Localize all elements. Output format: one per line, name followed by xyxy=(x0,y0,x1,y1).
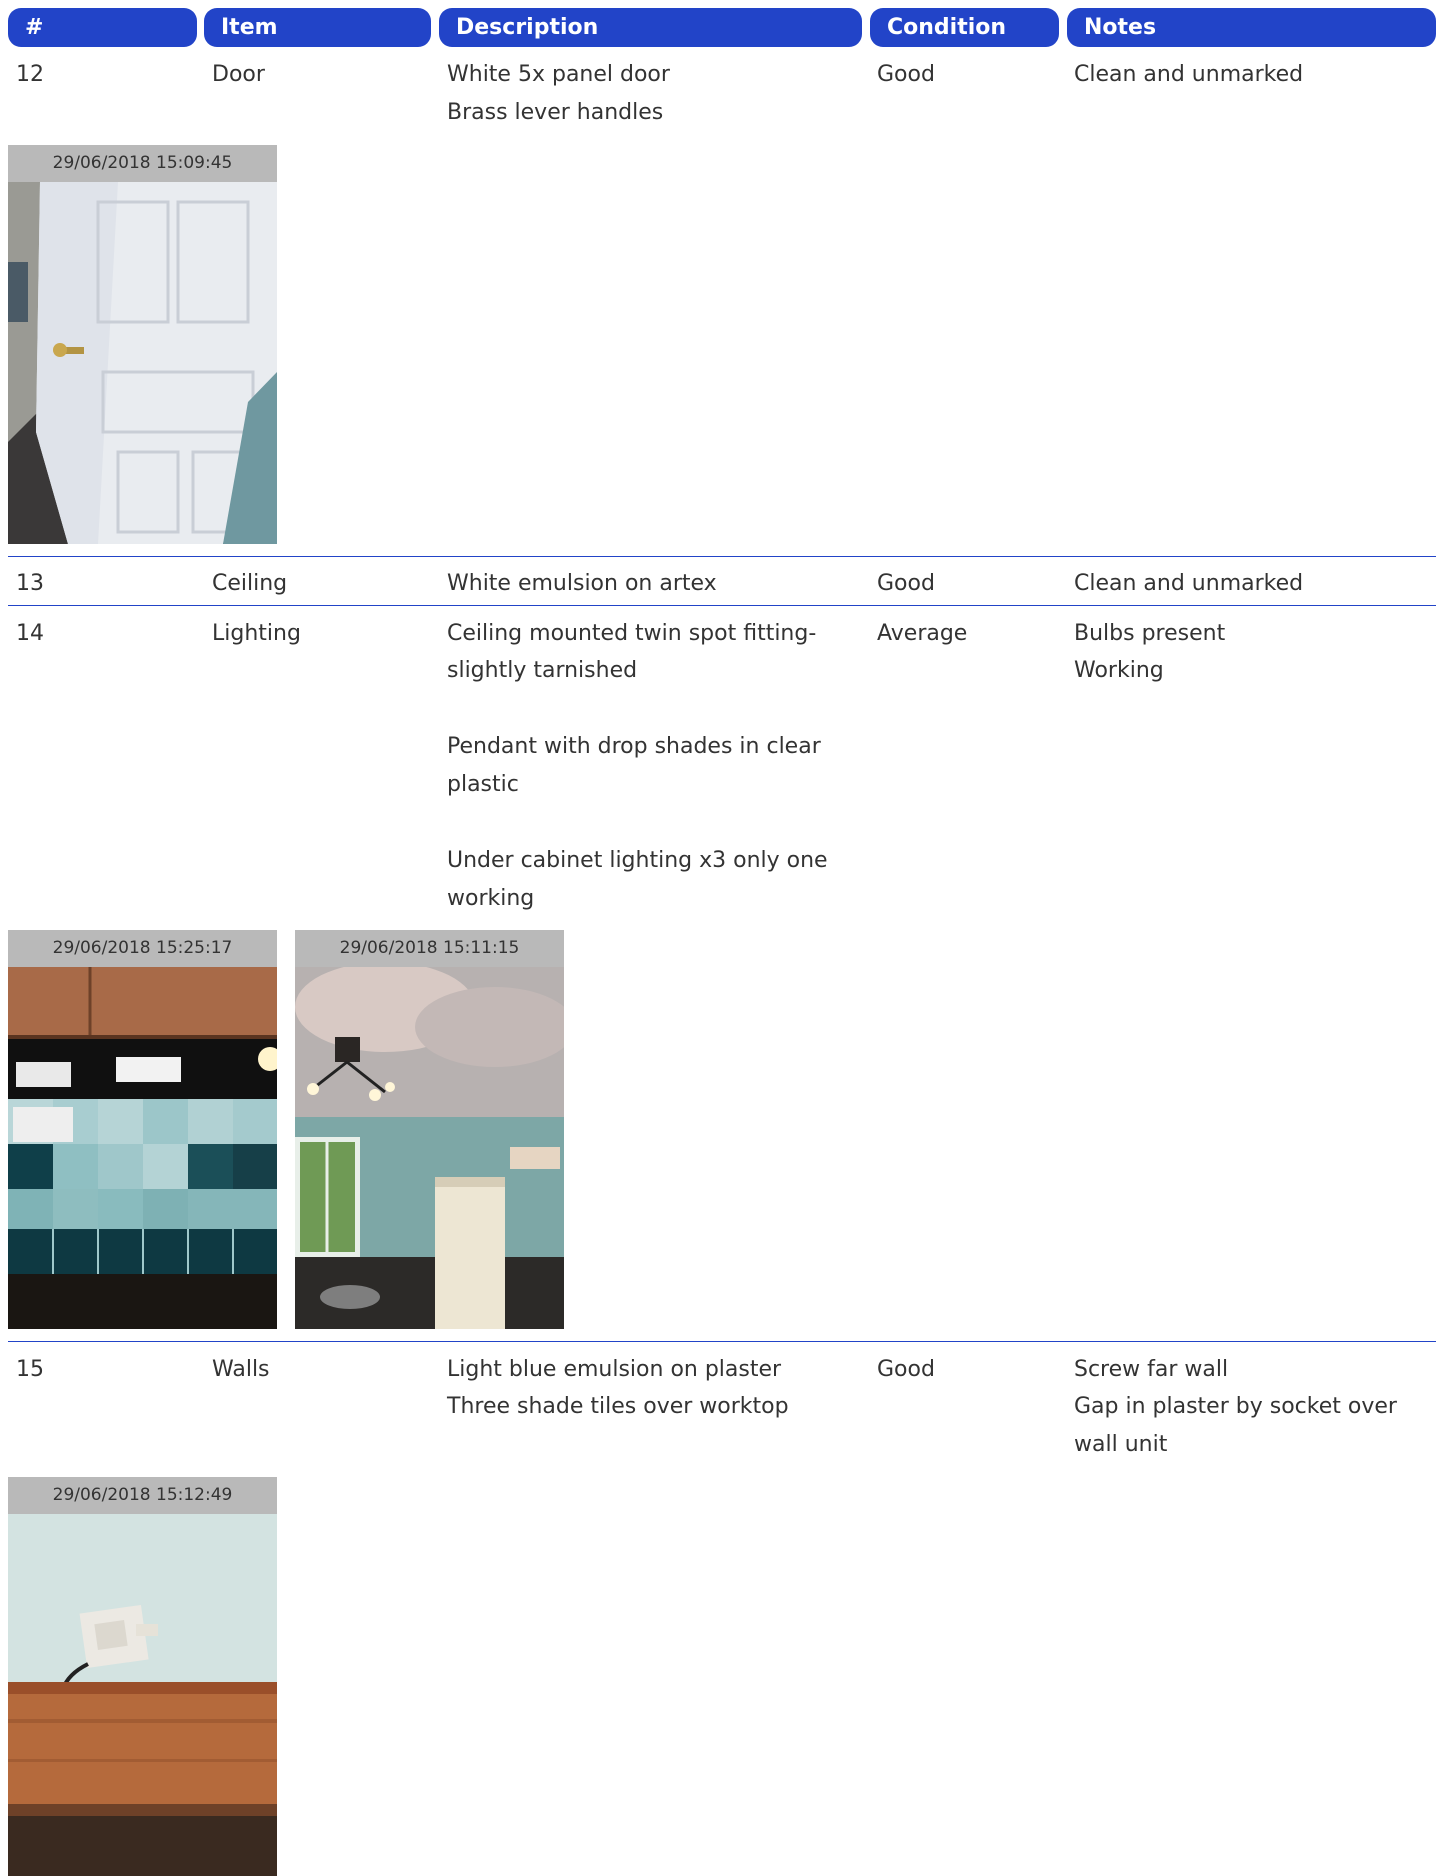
row-description-line: White 5x panel door xyxy=(447,62,670,87)
column-header-description: Description xyxy=(439,8,862,47)
row-description-line: White emulsion on artex xyxy=(447,571,717,596)
photo-thumbnail[interactable]: 29/06/2018 15:11:15 xyxy=(295,930,564,1329)
photo-thumbnail[interactable]: 29/06/2018 15:25:17 xyxy=(8,930,277,1329)
row-notes-line: Clean and unmarked xyxy=(1074,62,1304,87)
row-description-line: Light blue emulsion on plaster xyxy=(447,1357,782,1382)
row-divider xyxy=(8,605,1436,606)
photo-thumbnail[interactable]: 29/06/2018 15:09:45 xyxy=(8,145,277,544)
column-header-number: # xyxy=(8,8,197,47)
row-description-line: Brass lever handles xyxy=(447,100,664,125)
column-header-item: Item xyxy=(204,8,431,47)
row-item: Walls xyxy=(212,1357,270,1382)
photo-timestamp: 29/06/2018 15:11:15 xyxy=(295,930,564,967)
row-condition: Average xyxy=(877,621,968,646)
column-header-notes: Notes xyxy=(1067,8,1436,47)
row-notes-line: Bulbs present xyxy=(1074,621,1226,646)
row-notes-line: Gap in plaster by socket over xyxy=(1074,1394,1397,1419)
photo-timestamp: 29/06/2018 15:12:49 xyxy=(8,1477,277,1514)
row-description-line: slightly tarnished xyxy=(447,658,638,683)
row-notes-line: Clean and unmarked xyxy=(1074,571,1304,596)
row-description-line: working xyxy=(447,886,535,911)
door-photo xyxy=(8,182,277,544)
wall-socket-photo xyxy=(8,1514,277,1876)
row-notes-line: Working xyxy=(1074,658,1164,683)
row-number: 13 xyxy=(16,571,44,596)
row-number: 12 xyxy=(16,62,44,87)
row-description-line: Pendant with drop shades in clear xyxy=(447,734,821,759)
row-item: Door xyxy=(212,62,265,87)
photo-timestamp: 29/06/2018 15:09:45 xyxy=(8,145,277,182)
row-notes-line: Screw far wall xyxy=(1074,1357,1229,1382)
photo-timestamp: 29/06/2018 15:25:17 xyxy=(8,930,277,967)
row-divider xyxy=(8,1341,1436,1342)
row-number: 14 xyxy=(16,621,44,646)
row-number: 15 xyxy=(16,1357,44,1382)
under-cabinet-lighting-photo xyxy=(8,967,277,1329)
row-description-line: Under cabinet lighting x3 only one xyxy=(447,848,828,873)
row-condition: Good xyxy=(877,571,935,596)
ceiling-lighting-photo xyxy=(295,967,564,1329)
column-header-condition: Condition xyxy=(870,8,1059,47)
row-item: Lighting xyxy=(212,621,301,646)
row-description-line: plastic xyxy=(447,772,519,797)
row-condition: Good xyxy=(877,62,935,87)
photo-thumbnail[interactable]: 29/06/2018 15:12:49 xyxy=(8,1477,277,1876)
row-condition: Good xyxy=(877,1357,935,1382)
row-description-line: Ceiling mounted twin spot fitting- xyxy=(447,621,817,646)
row-item: Ceiling xyxy=(212,571,288,596)
row-description-line: Three shade tiles over worktop xyxy=(447,1394,789,1419)
row-notes-line: wall unit xyxy=(1074,1432,1168,1457)
row-divider xyxy=(8,556,1436,557)
